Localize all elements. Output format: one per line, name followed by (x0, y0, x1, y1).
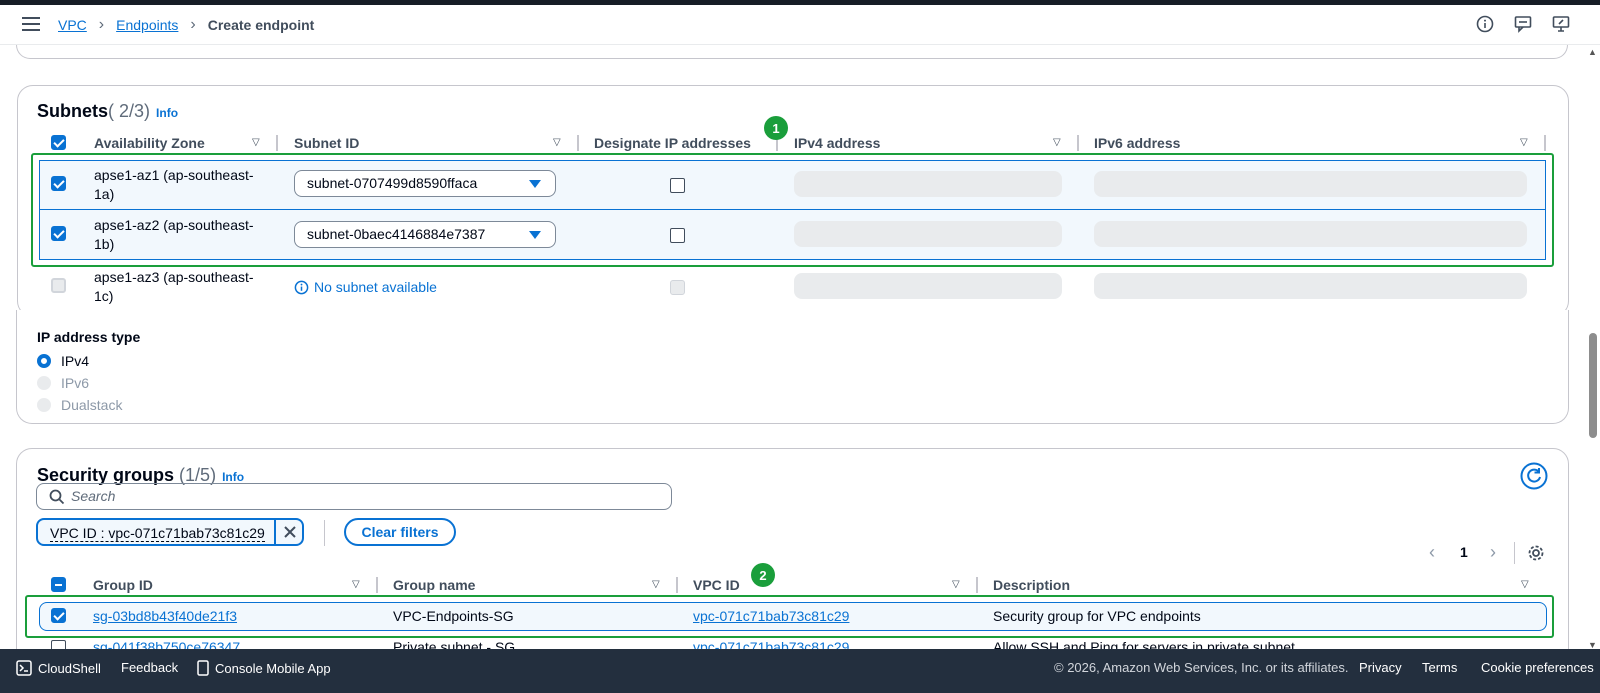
sort-icon[interactable]: ▽ (1053, 137, 1061, 148)
col-group-name: Group name (393, 577, 476, 593)
mobile-icon (197, 660, 209, 676)
no-subnet-message: No subnet available (294, 278, 437, 297)
close-icon[interactable] (274, 520, 304, 544)
previous-panel-edge (16, 45, 1568, 59)
radio-ipv6 (37, 376, 51, 390)
col-availability-zone: Availability Zone (94, 135, 205, 151)
ip-type-panel (16, 310, 1569, 424)
settings-icon[interactable] (1527, 544, 1545, 565)
breadcrumb-vpc[interactable]: VPC (58, 17, 87, 33)
sort-icon[interactable]: ▽ (952, 579, 960, 590)
next-page-icon[interactable]: › (1490, 542, 1496, 563)
filter-token[interactable]: VPC ID : vpc-071c71bab73c81c29 (36, 518, 304, 546)
ipv4-field (794, 273, 1062, 299)
search-input[interactable]: Search (36, 483, 672, 510)
top-bar: VPC › Endpoints › Create endpoint (0, 5, 1600, 45)
menu-icon[interactable] (22, 17, 40, 31)
footer: CloudShell Feedback Console Mobile App ©… (0, 649, 1600, 693)
info-link[interactable]: Info (156, 106, 178, 120)
annotation-box-1 (31, 153, 1554, 267)
breadcrumb-endpoints[interactable]: Endpoints (116, 17, 178, 33)
terms-link[interactable]: Terms (1422, 660, 1457, 675)
az-cell: apse1-az3 (ap-southeast- 1c) (94, 269, 254, 304)
select-all-checkbox[interactable] (51, 577, 66, 592)
info-icon[interactable] (1476, 15, 1494, 33)
cookie-preferences-link[interactable]: Cookie preferences (1481, 660, 1594, 675)
page-number[interactable]: 1 (1460, 544, 1468, 560)
prev-page-icon[interactable]: ‹ (1429, 542, 1435, 563)
annotation-box-2 (25, 595, 1554, 638)
monitor-icon[interactable] (1552, 15, 1570, 33)
breadcrumb-current: Create endpoint (207, 17, 315, 33)
sort-icon[interactable]: ▽ (652, 579, 660, 590)
sort-icon[interactable]: ▽ (553, 137, 561, 148)
breadcrumb: VPC › Endpoints › Create endpoint (58, 16, 314, 34)
col-description: Description (993, 577, 1071, 593)
col-ipv4: IPv4 address (794, 135, 881, 151)
annotation-badge-1: 1 (764, 116, 788, 140)
cloudshell-button[interactable]: CloudShell (16, 660, 101, 676)
col-vpc-id: VPC ID (693, 577, 740, 593)
ipv6-field (1094, 273, 1527, 299)
clear-filters-button[interactable]: Clear filters (344, 518, 456, 546)
sort-icon[interactable]: ▽ (352, 579, 360, 590)
info-circle-icon (294, 280, 309, 295)
scroll-up-icon[interactable]: ▲ (1588, 47, 1597, 57)
feedback-link[interactable]: Feedback (121, 660, 178, 675)
row-checkbox (51, 278, 66, 293)
subnets-title: Subnets( 2/3) Info (37, 101, 179, 121)
radio-ipv6-label: IPv6 (61, 375, 90, 391)
col-ipv6: IPv6 address (1094, 135, 1181, 151)
radio-ipv4-label: IPv4 (61, 353, 90, 369)
feedback-icon[interactable] (1514, 15, 1532, 33)
col-group-id: Group ID (93, 577, 153, 593)
info-link[interactable]: Info (222, 470, 244, 484)
radio-dualstack (37, 398, 51, 412)
sort-icon[interactable]: ▽ (1521, 579, 1529, 590)
filter-token-label: VPC ID : vpc-071c71bab73c81c29 (50, 525, 265, 542)
refresh-icon[interactable] (1520, 462, 1548, 493)
annotation-badge-2: 2 (751, 563, 775, 587)
mobile-app-link[interactable]: Console Mobile App (197, 660, 331, 676)
col-designate-ip: Designate IP addresses (594, 135, 751, 151)
sort-icon[interactable]: ▽ (1520, 137, 1528, 148)
terminal-icon (16, 660, 32, 676)
ip-type-label: IP address type (37, 329, 141, 345)
designate-ip-checkbox (670, 280, 685, 295)
scrollbar-thumb[interactable] (1589, 333, 1597, 438)
col-subnet-id: Subnet ID (294, 135, 360, 151)
chevron-right-icon: › (190, 16, 196, 33)
sort-icon[interactable]: ▽ (252, 137, 260, 148)
privacy-link[interactable]: Privacy (1359, 660, 1402, 675)
radio-dualstack-label: Dualstack (61, 397, 123, 413)
search-icon (49, 489, 65, 505)
select-all-checkbox[interactable] (51, 135, 66, 150)
chevron-right-icon: › (98, 16, 105, 33)
copyright: © 2026, Amazon Web Services, Inc. or its… (1054, 660, 1349, 675)
radio-ipv4[interactable] (37, 354, 51, 368)
